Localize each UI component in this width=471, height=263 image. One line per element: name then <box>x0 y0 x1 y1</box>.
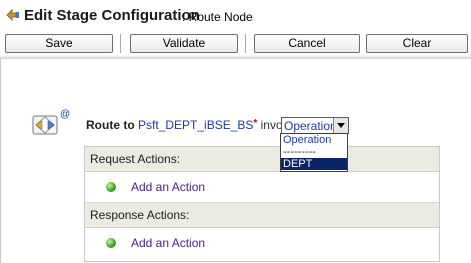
toolbar: Save Validate Cancel Clear <box>0 30 471 56</box>
envelope-route-icon[interactable] <box>31 112 59 138</box>
validate-button[interactable]: Validate <box>130 34 238 53</box>
clear-button[interactable]: Clear <box>366 34 468 53</box>
required-marker: * <box>253 118 258 129</box>
request-add-action-row: Add an Action <box>85 172 439 203</box>
request-actions-header: Request Actions: <box>85 147 439 172</box>
operation-dropdown-list: Operation --------- DEPT <box>280 133 348 172</box>
page-subtitle: : Route Node <box>182 10 253 24</box>
title-bar: Edit Stage Configuration : Route Node <box>0 0 471 30</box>
add-action-bullet-icon <box>106 182 116 192</box>
operation-select[interactable]: Operation <box>281 117 349 134</box>
response-add-action-link[interactable]: Add an Action <box>131 236 205 250</box>
response-actions-header: Response Actions: <box>85 203 439 228</box>
toolbar-separator <box>245 34 246 53</box>
dropdown-option-dept[interactable]: DEPT <box>281 158 347 170</box>
dropdown-option-separator: --------- <box>283 146 316 158</box>
response-add-action-row: Add an Action <box>85 228 439 258</box>
operation-selected-value: Operation <box>284 119 337 133</box>
page-title: Edit Stage Configuration <box>24 7 200 24</box>
cancel-button[interactable]: Cancel <box>254 34 360 53</box>
actions-table: Request Actions: Add an Action Response … <box>84 146 440 262</box>
save-button[interactable]: Save <box>5 34 113 53</box>
toolbar-separator <box>120 34 121 53</box>
request-add-action-link[interactable]: Add an Action <box>131 180 205 194</box>
route-to-label: Route to <box>86 118 135 132</box>
chevron-down-icon[interactable] <box>333 118 348 133</box>
dropdown-option[interactable]: Operation <box>281 134 347 146</box>
add-action-bullet-icon <box>106 238 116 248</box>
service-link[interactable]: Psft_DEPT_iBSE_BS <box>138 118 253 132</box>
at-sign-marker: @ <box>60 109 71 120</box>
route-line: Route to Psft_DEPT_iBSE_BS* invoking <box>86 118 305 132</box>
route-node-icon <box>6 9 20 24</box>
